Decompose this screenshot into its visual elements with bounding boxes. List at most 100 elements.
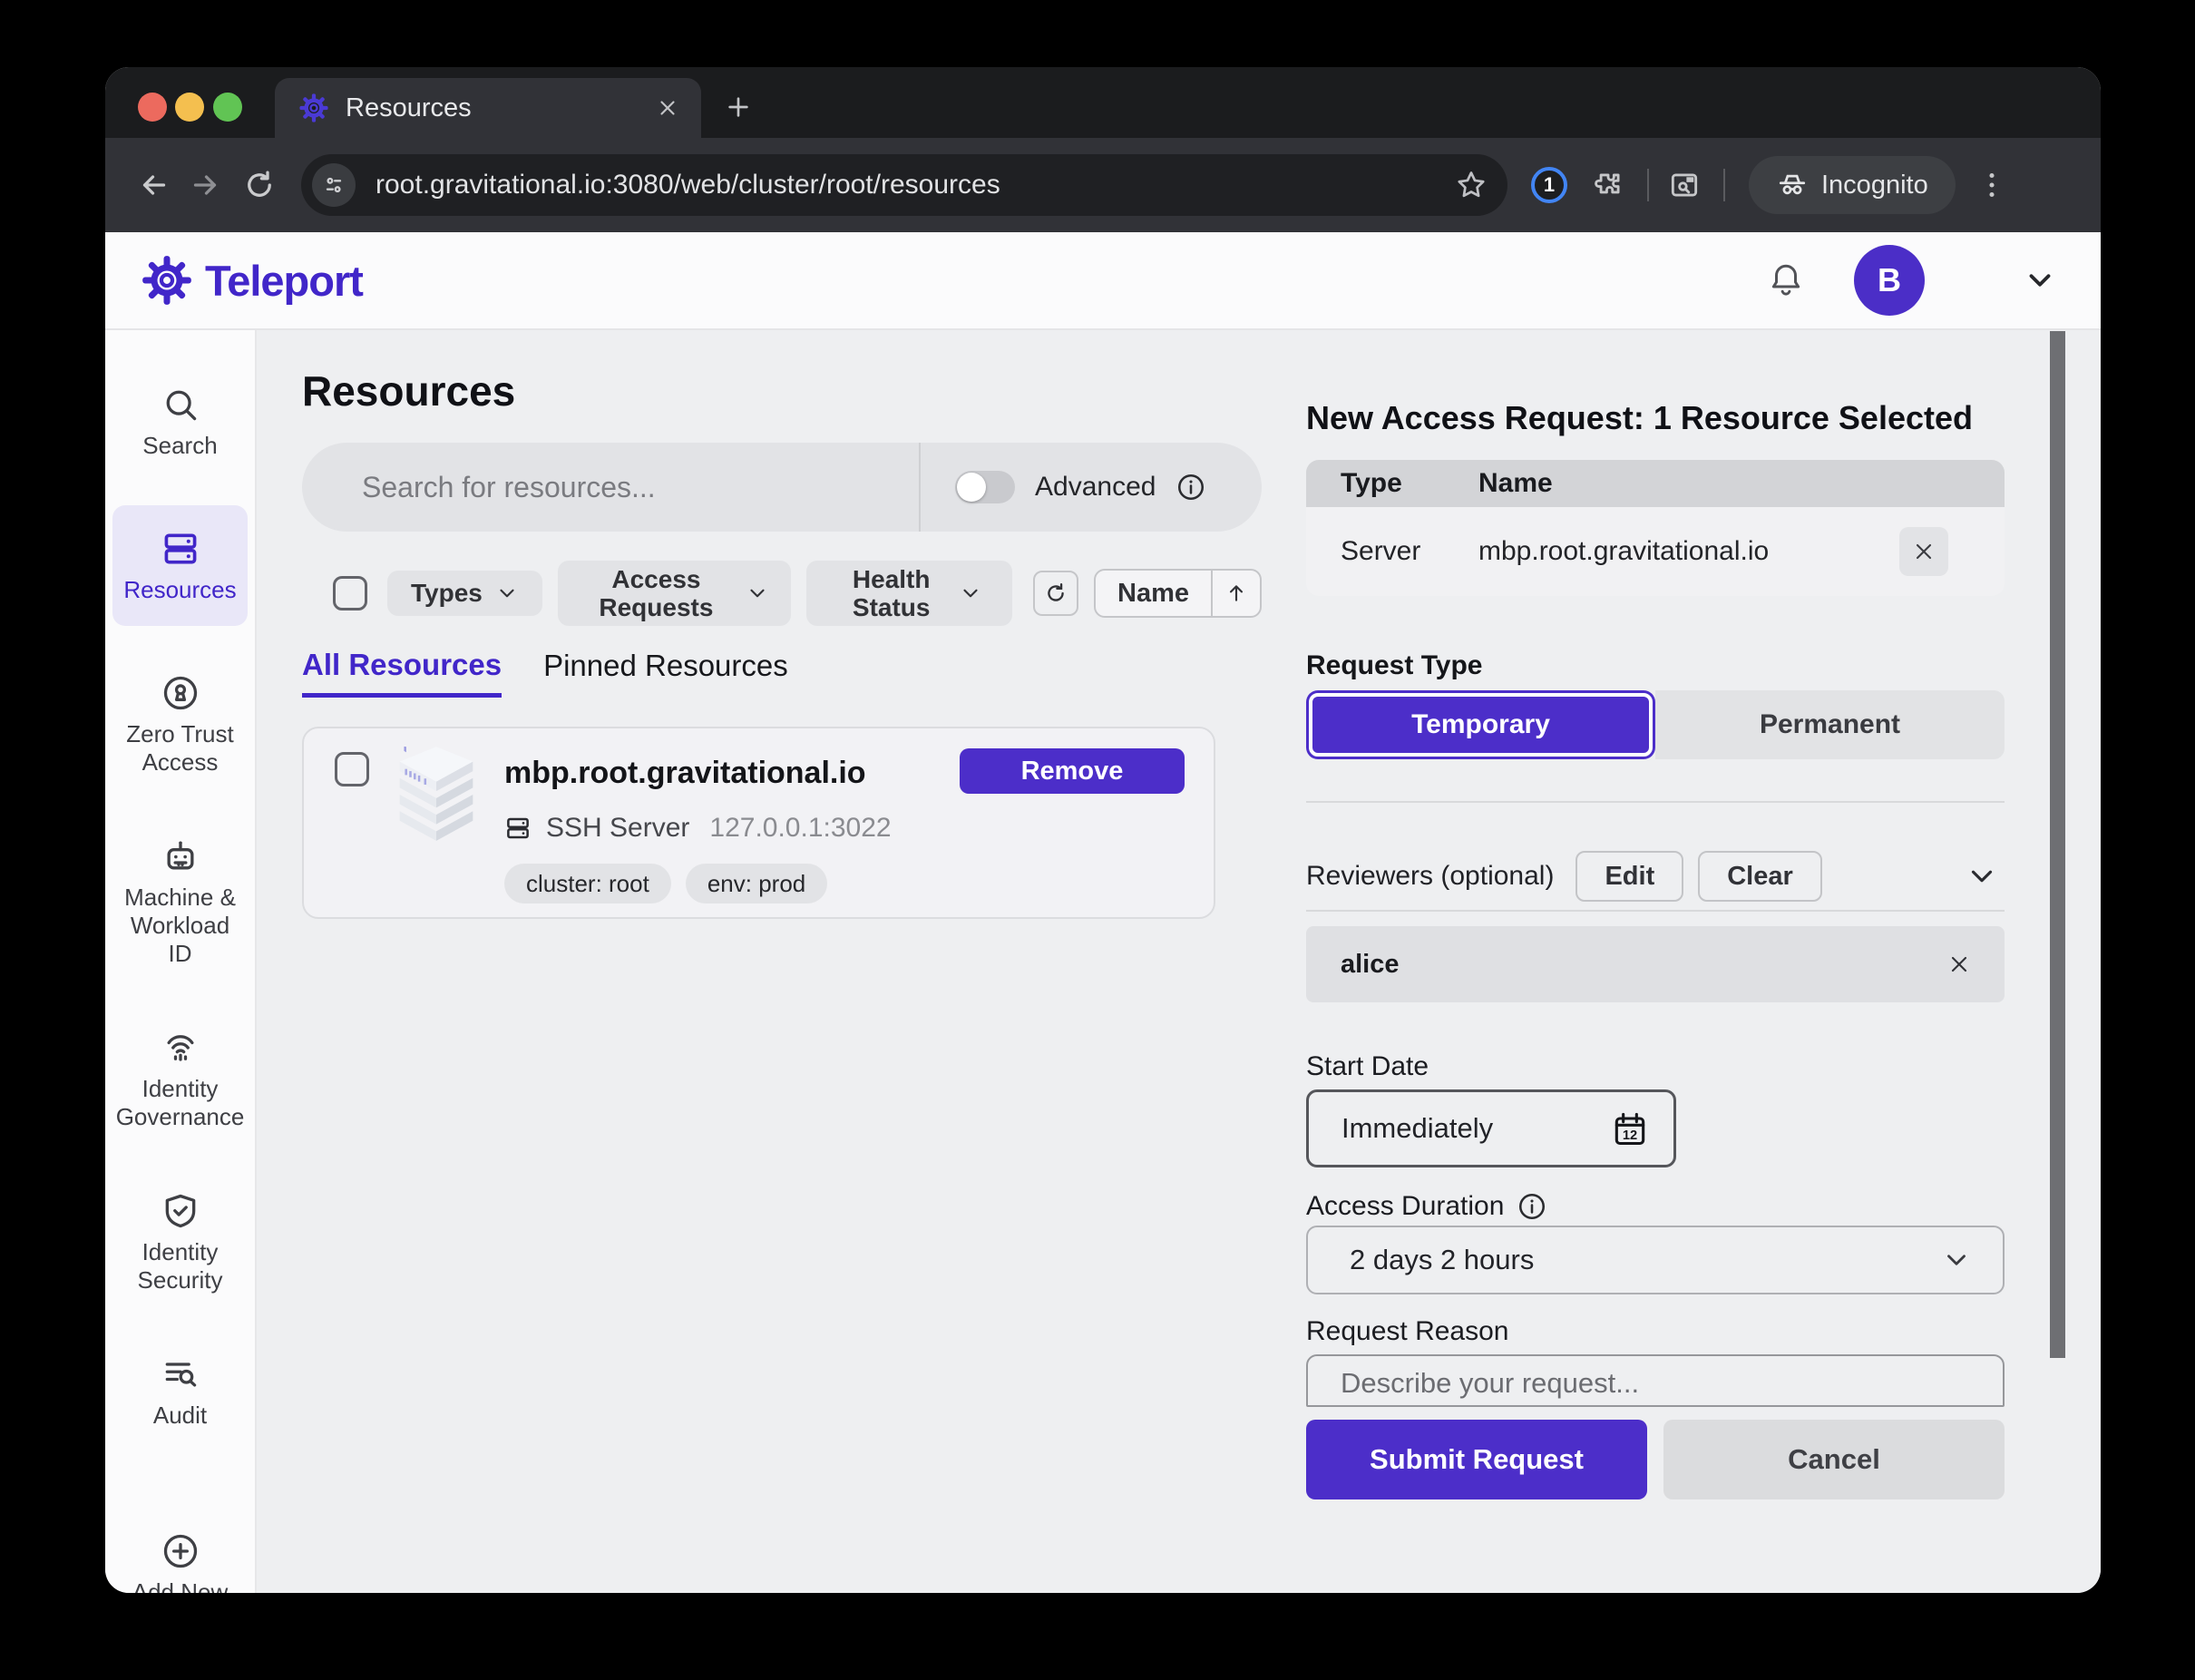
sidebar-item-add-new[interactable]: Add New — [112, 1517, 248, 1593]
cancel-button[interactable]: Cancel — [1663, 1420, 2005, 1499]
permanent-option[interactable]: Permanent — [1655, 690, 2005, 759]
reviewers-label: Reviewers (optional) — [1306, 861, 1554, 892]
teleport-gear-icon — [141, 255, 192, 306]
column-header-type: Type — [1306, 468, 1478, 499]
robot-icon — [161, 836, 200, 876]
reviewers-header: Reviewers (optional) Edit Clear — [1306, 850, 2005, 903]
scrollbar-thumb[interactable] — [2050, 331, 2065, 1358]
browser-tab[interactable]: Resources — [275, 78, 701, 138]
request-type-label: Request Type — [1306, 650, 2005, 681]
section-divider — [1306, 801, 2005, 803]
extensions-puzzle-icon[interactable] — [1591, 168, 1625, 202]
new-tab-icon[interactable] — [724, 93, 753, 122]
request-reason-label: Request Reason — [1306, 1316, 2005, 1347]
advanced-toggle[interactable] — [955, 471, 1015, 503]
access-requests-filter-button[interactable]: Access Requests — [558, 561, 791, 626]
zoom-window-button[interactable] — [213, 93, 242, 122]
new-access-request-panel: New Access Request: 1 Resource Selected … — [1306, 398, 2005, 1499]
notifications-bell-icon[interactable] — [1767, 261, 1805, 299]
column-header-name: Name — [1478, 468, 1553, 499]
health-status-filter-button[interactable]: Health Status — [806, 561, 1012, 626]
shield-check-icon — [161, 1191, 200, 1231]
table-header-row: Type Name — [1306, 460, 2005, 507]
page-title: Resources — [302, 366, 1262, 415]
types-filter-button[interactable]: Types — [387, 571, 542, 616]
reviewer-row: alice — [1306, 926, 2005, 1002]
close-icon — [1946, 952, 1972, 977]
minimize-window-button[interactable] — [175, 93, 204, 122]
sidebar-item-identity-security[interactable]: Identity Security — [112, 1177, 248, 1307]
browser-menu-icon[interactable] — [1976, 169, 2008, 201]
select-all-checkbox[interactable] — [333, 576, 367, 610]
chevron-down-icon — [495, 581, 519, 605]
sidebar-item-label: Add New — [132, 1578, 229, 1593]
clear-reviewers-button[interactable]: Clear — [1698, 851, 1822, 902]
close-window-button[interactable] — [138, 93, 167, 122]
back-button[interactable] — [129, 160, 180, 210]
user-avatar[interactable]: B — [1854, 245, 1925, 316]
address-bar[interactable]: root.gravitational.io:3080/web/cluster/r… — [301, 154, 1507, 216]
site-info-icon[interactable] — [312, 163, 356, 207]
temporary-option[interactable]: Temporary — [1309, 693, 1653, 757]
tab-close-icon[interactable] — [656, 96, 679, 120]
browser-toolbar: root.gravitational.io:3080/web/cluster/r… — [105, 138, 2101, 232]
resource-label-pill[interactable]: env: prod — [686, 864, 827, 903]
sidebar-item-machine-workload-id[interactable]: Machine & Workload ID — [112, 822, 248, 981]
access-duration-select[interactable]: 2 days 2 hours — [1306, 1226, 2005, 1294]
resource-card[interactable]: mbp.root.gravitational.io SSH Server 127… — [302, 727, 1215, 919]
sidebar-item-label: Identity Governance — [116, 1075, 245, 1131]
sort-direction-button[interactable] — [1213, 581, 1260, 605]
tab-pinned-resources[interactable]: Pinned Resources — [543, 648, 788, 683]
access-duration-label: Access Duration — [1306, 1191, 2005, 1222]
info-icon[interactable] — [1517, 1191, 1547, 1222]
side-panel-search-icon[interactable] — [1667, 168, 1702, 202]
remove-resource-button[interactable]: Remove — [960, 748, 1185, 794]
resource-checkbox[interactable] — [335, 752, 369, 786]
sort-by-name-button[interactable]: Name — [1094, 569, 1262, 618]
edit-reviewers-button[interactable]: Edit — [1576, 851, 1683, 902]
request-type-segmented-control: Permanent Temporary — [1306, 690, 2005, 759]
panel-title: New Access Request: 1 Resource Selected — [1306, 398, 2005, 438]
remove-selected-resource-button[interactable] — [1899, 527, 1948, 576]
request-reason-input[interactable] — [1306, 1354, 2005, 1407]
remove-reviewer-button[interactable] — [1943, 948, 1976, 981]
teleport-favicon-icon — [298, 93, 329, 123]
tab-all-resources[interactable]: All Resources — [302, 648, 502, 698]
sidebar-item-audit[interactable]: Audit — [112, 1340, 248, 1442]
sidebar-item-label: Audit — [153, 1402, 207, 1430]
forward-button[interactable] — [180, 160, 230, 210]
panel-actions: Submit Request Cancel — [1306, 1420, 2005, 1499]
info-icon[interactable] — [1176, 472, 1206, 503]
app-header: Teleport B — [105, 232, 2101, 330]
reload-button[interactable] — [230, 160, 281, 210]
sidebar-item-resources[interactable]: Resources — [112, 505, 248, 626]
chevron-down-icon — [746, 581, 769, 605]
search-icon — [161, 385, 200, 425]
onepassword-extension-icon[interactable]: 1 — [1531, 167, 1567, 203]
start-date-value: Immediately — [1309, 1112, 1610, 1145]
sidebar-item-label: Identity Security — [116, 1238, 244, 1294]
resource-label-pill[interactable]: cluster: root — [504, 864, 671, 903]
bookmark-star-icon[interactable] — [1455, 169, 1488, 201]
brand-name: Teleport — [205, 256, 363, 306]
sidebar-item-identity-governance[interactable]: Identity Governance — [112, 1013, 248, 1144]
sidebar-item-search[interactable]: Search — [112, 370, 248, 473]
collapse-chevron-icon[interactable] — [1965, 859, 1999, 894]
incognito-label: Incognito — [1821, 171, 1928, 200]
submit-request-button[interactable]: Submit Request — [1306, 1420, 1647, 1499]
calendar-icon[interactable]: 12 — [1610, 1109, 1650, 1148]
start-date-input[interactable]: Immediately 12 — [1306, 1089, 1676, 1167]
tab-title: Resources — [346, 93, 656, 123]
refresh-button[interactable] — [1033, 571, 1078, 616]
plus-circle-icon — [161, 1531, 200, 1571]
url-text: root.gravitational.io:3080/web/cluster/r… — [376, 170, 1455, 200]
svg-text:12: 12 — [1623, 1128, 1637, 1143]
incognito-spy-icon — [1776, 169, 1809, 201]
teleport-logo[interactable]: Teleport — [141, 255, 363, 306]
server-illustration — [393, 747, 480, 843]
user-menu-chevron-icon[interactable] — [2023, 263, 2057, 298]
search-input[interactable] — [302, 443, 919, 532]
sort-label: Name — [1096, 579, 1211, 609]
sidebar-item-zero-trust-access[interactable]: Zero Trust Access — [112, 659, 248, 789]
app-body: Search Resources — [105, 330, 2101, 1593]
